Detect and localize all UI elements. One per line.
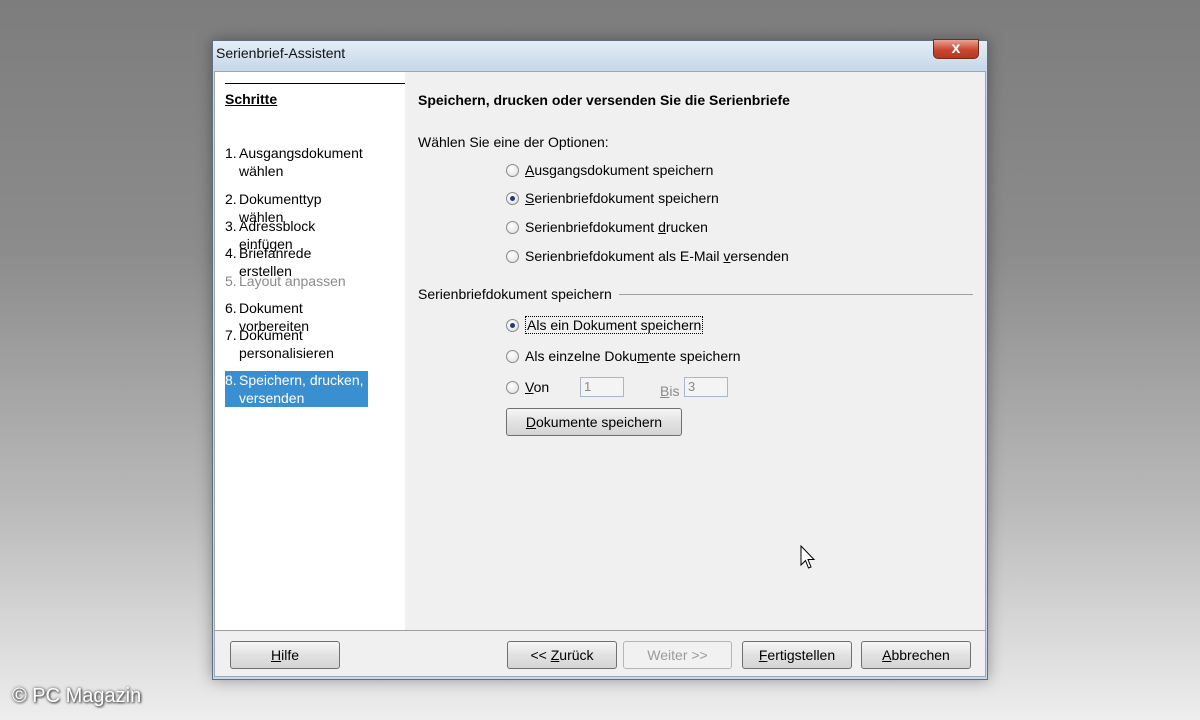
help-button[interactable]: Hilfe <box>230 641 340 669</box>
step-label: Dokument personalisieren <box>239 327 334 361</box>
radio-button[interactable] <box>506 318 519 332</box>
radio-label: Serienbriefdokument als E-Mail versenden <box>525 248 789 264</box>
mouse-cursor-icon <box>800 545 816 569</box>
steps-title: Schritte <box>225 91 278 107</box>
radio-print-merge-document[interactable]: Serienbriefdokument drucken <box>506 219 708 235</box>
close-icon: x <box>951 40 961 57</box>
radio-button[interactable] <box>506 349 519 363</box>
radio-save-source-document[interactable]: Ausgangsdokument speichern <box>506 162 713 178</box>
back-button[interactable]: << Zurück <box>507 641 617 669</box>
to-label: Bis <box>660 383 680 399</box>
options-prompt: Wählen Sie eine der Optionen: <box>418 134 609 150</box>
window-title: Serienbrief-Assistent <box>216 45 346 61</box>
step-number: 1. <box>225 145 237 161</box>
finish-button[interactable]: Fertigstellen <box>742 641 852 669</box>
step-7[interactable]: 7. Dokument personalisieren <box>225 326 368 362</box>
close-button[interactable]: x <box>933 39 979 59</box>
next-button[interactable]: Weiter >> <box>623 641 732 669</box>
radio-save-range[interactable]: Von <box>506 379 549 395</box>
step-label: Speichern, drucken, versenden <box>239 372 364 406</box>
radio-button[interactable] <box>506 220 519 234</box>
radio-label: Serienbriefdokument drucken <box>525 219 708 235</box>
radio-button[interactable] <box>506 163 519 177</box>
step-number: 5. <box>225 273 237 289</box>
steps-sidebar: Schritte 1. Ausgangsdokument wählen 2. Dok… <box>215 72 405 630</box>
step-number: 8. <box>225 372 237 388</box>
step-number: 7. <box>225 327 237 343</box>
radio-label: Ausgangsdokument speichern <box>525 162 714 178</box>
save-documents-button[interactable]: Dokumente speichern <box>506 408 682 436</box>
radio-label: Als ein Dokument speichern <box>525 316 704 334</box>
main-panel: Speichern, drucken oder versenden Sie di… <box>405 72 985 630</box>
step-label: Ausgangsdokument wählen <box>239 145 363 179</box>
cancel-button[interactable]: Abbrechen <box>861 641 971 669</box>
step-5: 5. Layout anpassen <box>225 272 368 290</box>
to-field[interactable]: 3 <box>684 377 728 397</box>
radio-label: Serienbriefdokument speichern <box>525 190 719 206</box>
radio-button[interactable] <box>506 249 519 263</box>
radio-button[interactable] <box>506 191 519 205</box>
radio-label: Als einzelne Dokumente speichern <box>525 348 741 364</box>
radio-button[interactable] <box>506 380 519 394</box>
steps-divider <box>225 83 405 84</box>
save-group-label: Serienbriefdokument speichern <box>418 286 612 302</box>
footer-divider <box>215 630 985 631</box>
radio-save-as-single-document[interactable]: Als ein Dokument speichern <box>506 316 704 334</box>
radio-label: Von <box>525 379 550 395</box>
radio-save-merge-document[interactable]: Serienbriefdokument speichern <box>506 190 719 206</box>
step-8[interactable]: 8. Speichern, drucken, versenden <box>225 371 368 407</box>
from-field[interactable]: 1 <box>580 377 624 397</box>
step-1[interactable]: 1. Ausgangsdokument wählen <box>225 144 368 180</box>
watermark: © PC Magazin <box>12 685 142 707</box>
dialog-client: Schritte 1. Ausgangsdokument wählen 2. Dok… <box>214 71 986 677</box>
radio-send-email[interactable]: Serienbriefdokument als E-Mail versenden <box>506 248 789 264</box>
group-divider <box>619 294 973 295</box>
title-bar[interactable]: Serienbrief-Assistent x <box>213 39 987 67</box>
radio-save-as-separate-documents[interactable]: Als einzelne Dokumente speichern <box>506 348 741 364</box>
wizard-window: Serienbrief-Assistent x Schritte 1. Ausga… <box>212 39 988 680</box>
page-title: Speichern, drucken oder versenden Sie di… <box>418 92 790 108</box>
step-label: Layout anpassen <box>239 273 346 289</box>
